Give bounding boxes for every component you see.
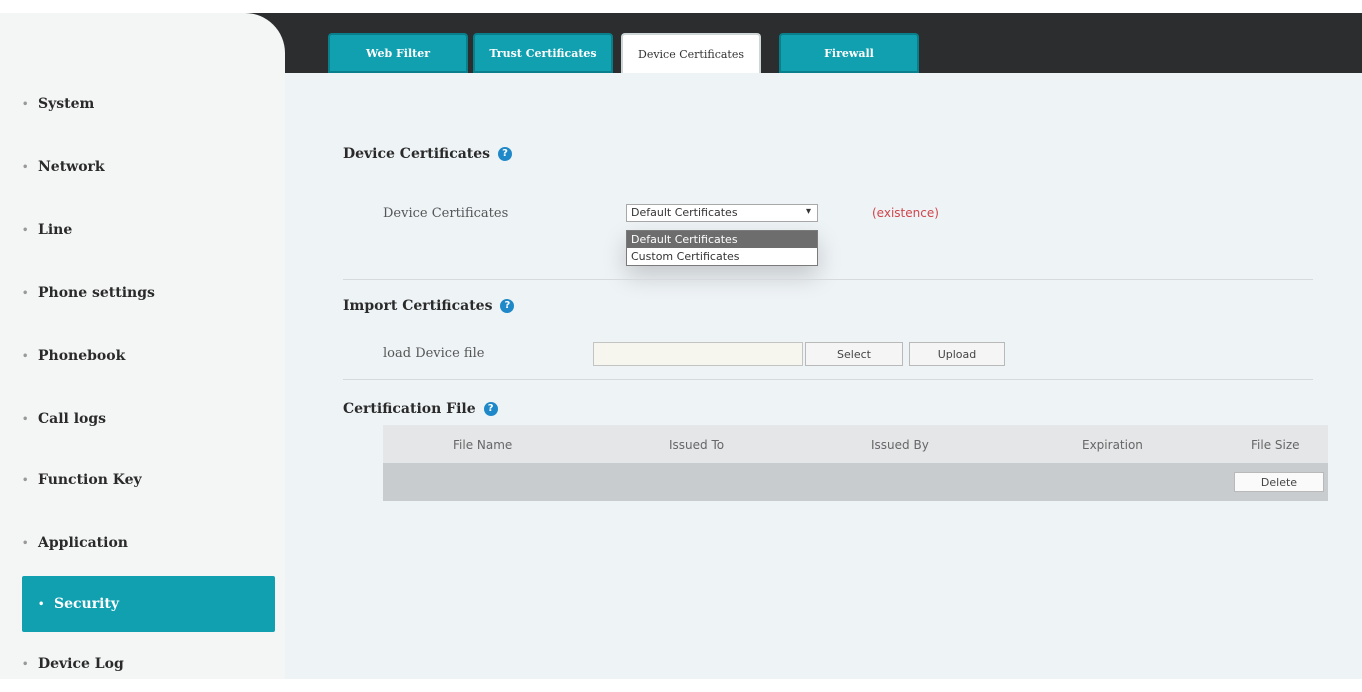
device-certificates-label: Device Certificates — [383, 206, 509, 221]
sidebar-item-label: Line — [38, 222, 73, 238]
sidebar-item-device-log[interactable]: • Device Log — [22, 636, 275, 692]
bullet-icon: • — [22, 161, 29, 173]
dropdown-option-default[interactable]: Default Certificates — [627, 231, 817, 248]
column-file-size: File Size — [1251, 438, 1300, 452]
bullet-icon: • — [22, 98, 29, 110]
tab-device-certificates[interactable]: Device Certificates — [621, 33, 761, 73]
section-title-text: Import Certificates — [343, 298, 493, 314]
sidebar-item-label: System — [38, 96, 95, 112]
load-device-file-label: load Device file — [383, 346, 485, 361]
sidebar-item-system[interactable]: • System — [22, 76, 275, 132]
sidebar-item-label: Phone settings — [38, 285, 155, 301]
bullet-icon: • — [22, 287, 29, 299]
sidebar-item-line[interactable]: • Line — [22, 202, 275, 258]
bullet-icon: • — [22, 537, 29, 549]
bullet-icon: • — [22, 224, 29, 236]
help-icon[interactable]: ? — [500, 299, 515, 313]
bullet-icon: • — [22, 413, 29, 425]
device-certificates-title: Device Certificates ? — [343, 146, 513, 162]
chevron-down-icon: ▾ — [805, 206, 811, 217]
select-value: Default Certificates — [631, 206, 738, 219]
certification-file-title: Certification File ? — [343, 401, 498, 417]
import-certificates-title: Import Certificates ? — [343, 298, 515, 314]
bullet-icon: • — [38, 598, 45, 610]
certificate-type-select[interactable]: Default Certificates ▾ — [626, 204, 818, 222]
sidebar-item-label: Function Key — [38, 472, 142, 488]
column-expiration: Expiration — [1082, 438, 1143, 452]
tab-label: Web Filter — [365, 46, 431, 60]
tab-label: Trust Certificates — [489, 46, 597, 60]
tab-trust-certificates[interactable]: Trust Certificates — [473, 33, 613, 73]
file-path-field[interactable] — [593, 342, 803, 366]
sidebar-item-label: Application — [38, 535, 128, 551]
tab-firewall[interactable]: Firewall — [779, 33, 919, 73]
status-text: (existence) — [872, 206, 939, 220]
column-issued-to: Issued To — [669, 438, 725, 452]
sidebar-item-phonebook[interactable]: • Phonebook — [22, 328, 275, 384]
column-file-name: File Name — [453, 438, 513, 452]
sidebar-item-phone-settings[interactable]: • Phone settings — [22, 265, 275, 321]
divider — [343, 379, 1313, 380]
sidebar-item-security[interactable]: • Security — [22, 576, 275, 632]
sidebar-item-label: Phonebook — [38, 348, 126, 364]
sidebar-item-label: Device Log — [38, 656, 124, 672]
select-button[interactable]: Select — [805, 342, 903, 366]
sidebar-item-call-logs[interactable]: • Call logs — [22, 391, 275, 447]
tab-label: Firewall — [824, 46, 874, 60]
content-area — [285, 73, 1362, 679]
upload-button[interactable]: Upload — [909, 342, 1005, 366]
sidebar-item-label: Security — [54, 596, 120, 612]
delete-button[interactable]: Delete — [1234, 472, 1324, 492]
sidebar-item-function-key[interactable]: • Function Key — [22, 452, 275, 508]
sidebar-item-application[interactable]: • Application — [22, 515, 275, 571]
sidebar-item-network[interactable]: • Network — [22, 139, 275, 195]
divider — [343, 279, 1313, 280]
column-issued-by: Issued By — [871, 438, 929, 452]
tab-web-filter[interactable]: Web Filter — [328, 33, 468, 73]
bullet-icon: • — [22, 350, 29, 362]
section-title-text: Device Certificates — [343, 146, 491, 162]
sidebar-item-label: Call logs — [38, 411, 107, 427]
tab-label: Device Certificates — [638, 47, 744, 61]
section-title-text: Certification File — [343, 401, 476, 417]
help-icon[interactable]: ? — [483, 402, 498, 416]
sidebar-item-label: Network — [38, 159, 105, 175]
table-row: Delete — [383, 463, 1328, 501]
dropdown-option-custom[interactable]: Custom Certificates — [627, 248, 817, 265]
help-icon[interactable]: ? — [498, 147, 513, 161]
certificate-type-dropdown: Default Certificates Custom Certificates — [626, 230, 818, 266]
bullet-icon: • — [22, 474, 29, 486]
bullet-icon: • — [22, 658, 29, 670]
certificate-table-header: File Name Issued To Issued By Expiration… — [383, 425, 1328, 463]
